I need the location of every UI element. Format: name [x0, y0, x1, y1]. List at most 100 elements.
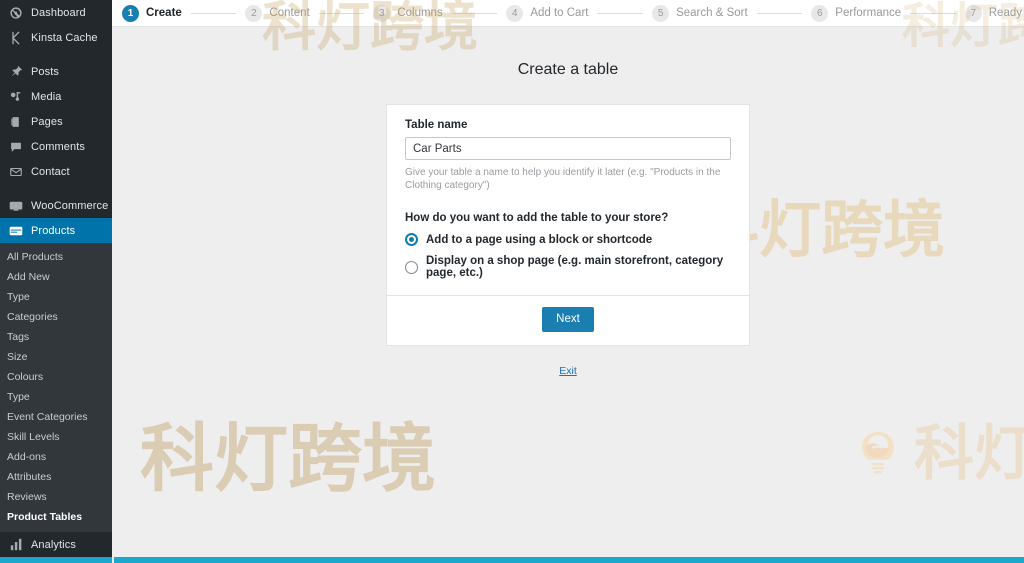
- watermark-text: 科灯跨境: [140, 416, 436, 502]
- woocommerce-icon: [7, 197, 25, 215]
- step-label: Ready: [988, 7, 1022, 19]
- kinsta-k-icon: [7, 29, 25, 47]
- submenu-item-size[interactable]: Size: [0, 347, 112, 367]
- sidebar-item-contact[interactable]: Contact: [0, 159, 112, 184]
- sidebar-item-comments[interactable]: Comments: [0, 134, 112, 159]
- sidebar-item-label: Media: [31, 90, 62, 103]
- submenu-item-type[interactable]: Type: [0, 287, 112, 307]
- step-connector: [910, 12, 956, 14]
- watermark-text: 科灯跨境: [914, 419, 1024, 489]
- step-connector: [190, 12, 237, 14]
- sidebar-item-label: Contact: [31, 165, 70, 178]
- sidebar-group-top: Dashboard Kinsta Cache: [0, 0, 112, 50]
- radio-button[interactable]: [405, 260, 418, 274]
- submenu-item-add-ons[interactable]: Add-ons: [0, 447, 112, 467]
- comment-icon: [7, 138, 25, 156]
- products-submenu: All Products Add New Type Categories Tag…: [0, 243, 112, 532]
- step-label: Performance: [835, 7, 902, 19]
- table-name-label: Table name: [405, 119, 468, 131]
- sidebar-item-label: Comments: [31, 140, 85, 153]
- products-icon: [7, 222, 25, 240]
- step-ready[interactable]: 7 Ready: [964, 4, 1022, 22]
- step-number: 4: [506, 4, 524, 22]
- radio-option-block-or-shortcode[interactable]: Add to a page using a block or shortcode: [405, 233, 731, 246]
- submenu-item-colours[interactable]: Colours: [0, 367, 112, 387]
- pin-icon: [7, 63, 25, 81]
- table-name-help-text: Give your table a name to help you ident…: [405, 167, 721, 191]
- radio-button[interactable]: [405, 233, 418, 246]
- page-title: Create a table: [517, 61, 619, 78]
- pages-icon: [7, 113, 25, 131]
- step-number: 2: [245, 4, 263, 22]
- submenu-item-type-2[interactable]: Type: [0, 387, 112, 407]
- sidebar-item-label: Posts: [31, 65, 60, 78]
- step-number: 6: [811, 4, 829, 22]
- sidebar-item-label: Products: [31, 224, 76, 237]
- submenu-item-event-categories[interactable]: Event Categories: [0, 407, 112, 427]
- lightbulb-logo-icon: [852, 423, 904, 475]
- watermark-logo-text: 科灯跨境: [852, 405, 1024, 492]
- step-connector: [597, 12, 644, 14]
- exit-link[interactable]: Exit: [559, 365, 577, 377]
- envelope-icon: [7, 163, 25, 181]
- media-icon: [7, 88, 25, 106]
- sidebar-group-content: Posts Media Pages Comments Contact: [0, 59, 112, 184]
- submenu-item-categories[interactable]: Categories: [0, 307, 112, 327]
- table-name-input[interactable]: [405, 137, 731, 160]
- submenu-item-all-products[interactable]: All Products: [0, 247, 112, 267]
- submenu-item-reviews[interactable]: Reviews: [0, 487, 112, 507]
- sidebar-group-bottom: Analytics: [0, 532, 112, 557]
- bar-chart-icon: [7, 536, 25, 554]
- step-number: 3: [373, 4, 391, 22]
- sidebar-item-label: Kinsta Cache: [31, 31, 98, 44]
- main-area: 1 Create 2 Content 3 Columns 4 Add to Ca…: [112, 0, 1024, 563]
- wizard-stepper: 1 Create 2 Content 3 Columns 4 Add to Ca…: [112, 0, 1024, 27]
- sidebar-item-media[interactable]: Media: [0, 84, 112, 109]
- step-number: 7: [964, 4, 982, 22]
- sidebar-item-analytics[interactable]: Analytics: [0, 532, 112, 557]
- next-button[interactable]: Next: [542, 307, 594, 332]
- submenu-item-attributes[interactable]: Attributes: [0, 467, 112, 487]
- step-label: Add to Cart: [530, 7, 589, 19]
- sidebar-item-label: Dashboard: [31, 6, 86, 19]
- submenu-item-add-new[interactable]: Add New: [0, 267, 112, 287]
- exit-wrapper: Exit: [112, 361, 1024, 379]
- sidebar-item-label: Pages: [31, 115, 63, 128]
- step-content[interactable]: 2 Content: [245, 4, 310, 22]
- step-label: Columns: [397, 7, 443, 19]
- sidebar-divider-2: [0, 184, 112, 193]
- sidebar-item-dashboard[interactable]: Dashboard: [0, 0, 112, 25]
- card-footer: Next: [387, 295, 749, 345]
- step-create[interactable]: 1 Create: [122, 4, 182, 22]
- sidebar-divider-1: [0, 50, 112, 59]
- sidebar-item-products[interactable]: Products: [0, 218, 112, 243]
- bottom-accent-bar: [0, 557, 1024, 563]
- step-label: Search & Sort: [676, 7, 748, 19]
- admin-sidebar: Dashboard Kinsta Cache Posts Media Pages…: [0, 0, 112, 563]
- step-connector: [756, 12, 803, 14]
- sidebar-item-kinsta-cache[interactable]: Kinsta Cache: [0, 25, 112, 50]
- sidebar-item-woocommerce[interactable]: WooCommerce: [0, 193, 112, 218]
- step-search-and-sort[interactable]: 5 Search & Sort: [652, 4, 748, 22]
- step-connector: [318, 12, 365, 14]
- radio-label: Add to a page using a block or shortcode: [426, 233, 653, 246]
- sidebar-item-label: Analytics: [31, 538, 76, 551]
- sidebar-item-label: WooCommerce: [31, 199, 109, 212]
- step-label: Content: [269, 7, 310, 19]
- step-add-to-cart[interactable]: 4 Add to Cart: [506, 4, 589, 22]
- step-columns[interactable]: 3 Columns: [373, 4, 443, 22]
- submenu-item-skill-levels[interactable]: Skill Levels: [0, 427, 112, 447]
- card-body: Table name Give your table a name to hel…: [387, 105, 749, 295]
- sidebar-item-posts[interactable]: Posts: [0, 59, 112, 84]
- submenu-item-tags[interactable]: Tags: [0, 327, 112, 347]
- sidebar-item-pages[interactable]: Pages: [0, 109, 112, 134]
- bottom-bar-notch: [112, 557, 114, 563]
- step-label: Create: [146, 7, 182, 19]
- create-table-card: Table name Give your table a name to hel…: [386, 104, 750, 346]
- step-connector: [451, 12, 498, 14]
- wizard-content: 科灯跨境 科灯跨境 科灯跨境 Create a table: [112, 27, 1024, 557]
- radio-option-shop-page[interactable]: Display on a shop page (e.g. main storef…: [405, 255, 731, 279]
- submenu-item-product-tables[interactable]: Product Tables: [0, 507, 112, 527]
- step-performance[interactable]: 6 Performance: [811, 4, 902, 22]
- add-method-question: How do you want to add the table to your…: [405, 212, 669, 224]
